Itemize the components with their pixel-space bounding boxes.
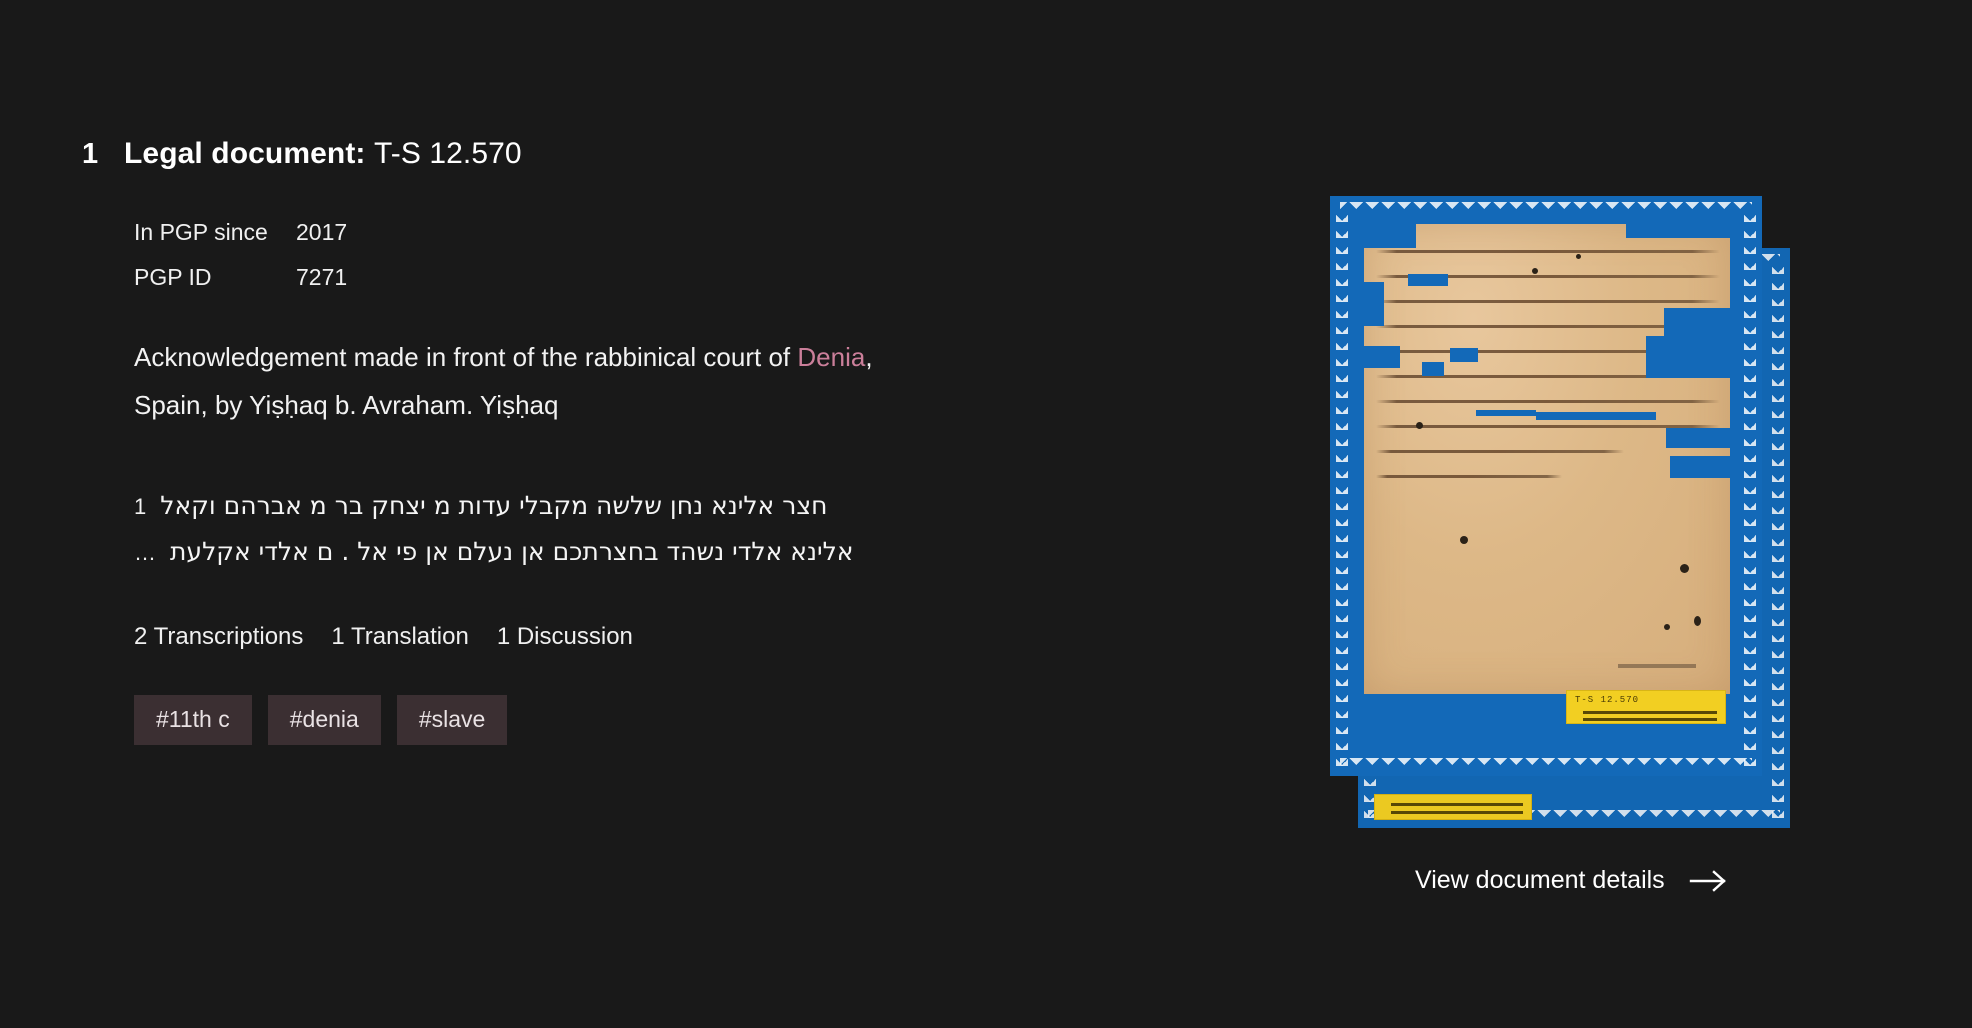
metadata-value-pgp-id: 7271	[296, 263, 348, 290]
transcription-line: 1 חצר אלינא נחן שלשה מקבלי עדות מ יצחק ב…	[134, 483, 1084, 529]
mount-tear	[1408, 274, 1448, 286]
view-document-details-label: View document details	[1415, 866, 1665, 894]
pencil-annotation	[1618, 664, 1696, 668]
mount-tear	[1360, 346, 1400, 368]
transcription-excerpt: 1 חצר אלינא נחן שלשה מקבלי עדות מ יצחק ב…	[134, 483, 1084, 576]
mount-tear	[1476, 410, 1536, 416]
manuscript-line	[1376, 400, 1720, 403]
mount-tear	[1536, 412, 1656, 420]
document-description: Acknowledgement made in front of the rab…	[134, 333, 944, 429]
archive-label-recto: T-S 12.570	[1566, 690, 1726, 724]
count-discussions: 1 Discussion	[496, 623, 633, 651]
metadata-label-in-pgp-since: In PGP since	[134, 218, 268, 245]
manuscript-line	[1376, 250, 1720, 253]
view-document-details-link[interactable]: View document details	[1415, 866, 1729, 895]
mount-tear	[1450, 348, 1478, 362]
metadata-row: In PGP since 2017	[134, 218, 1282, 245]
mount-tear	[1666, 428, 1730, 448]
description-text-before: Acknowledgement made in front of the rab…	[134, 341, 798, 372]
mount-tear	[1422, 362, 1444, 376]
shelfmark-label: T-S 12.570	[373, 136, 522, 170]
metadata-row: PGP ID 7271	[134, 263, 1282, 290]
document-image-stack[interactable]: T-S 12.570	[1330, 196, 1790, 836]
count-transcriptions: 2 Transcriptions	[134, 623, 304, 651]
transcription-line-text: חצר אלינא נחן שלשה מקבלי עדות מ יצחק בר …	[160, 490, 828, 520]
mount-tear	[1670, 456, 1730, 478]
count-translations: 1 Translation	[331, 623, 469, 651]
manuscript-text-lines	[1376, 250, 1720, 518]
result-main-column: 1 Legal document: T-S 12.570 In PGP sinc…	[82, 112, 1282, 746]
mount-tear	[1646, 336, 1730, 378]
metadata-list: In PGP since 2017 PGP ID 7271	[134, 218, 1282, 290]
tag-list: #11th c #denia #slave	[134, 695, 1282, 746]
place-link-denia[interactable]: Denia	[797, 342, 865, 372]
result-title-row: 1 Legal document: T-S 12.570	[82, 112, 1282, 195]
manuscript-thumbnail-recto[interactable]: T-S 12.570	[1330, 196, 1762, 776]
result-number: 1	[82, 137, 99, 170]
metadata-label-pgp-id: PGP ID	[134, 263, 212, 290]
content-counts: 2 Transcriptions 1 Translation 1 Discuss…	[134, 623, 1282, 651]
manuscript-line	[1376, 450, 1624, 453]
search-result-card: 1 Legal document: T-S 12.570 In PGP sinc…	[0, 0, 1972, 1028]
transcription-line-number: …	[134, 540, 156, 566]
archive-label-text: T-S 12.570	[1575, 695, 1640, 705]
transcription-line-text: אלינא אלדי נשהד בחצרתכם אן נעלם אן פי אל…	[170, 537, 854, 567]
transcription-line-number: 1	[134, 493, 147, 519]
mount-tear	[1626, 222, 1730, 238]
transcription-line: … אלינא אלדי נשהד בחצרתכם אן נעלם אן פי …	[134, 529, 1084, 575]
arrow-right-icon	[1689, 869, 1729, 893]
archive-label-verso	[1374, 794, 1532, 820]
manuscript-line	[1376, 475, 1562, 478]
tag-slave[interactable]: #slave	[396, 695, 508, 746]
document-type-label: Legal document:	[124, 136, 366, 170]
metadata-value-in-pgp-since: 2017	[296, 218, 348, 245]
page-title[interactable]: Legal document: T-S 12.570	[124, 137, 522, 170]
tag-11th-c[interactable]: #11th c	[134, 695, 252, 746]
mount-tear	[1360, 222, 1416, 248]
tag-denia[interactable]: #denia	[267, 695, 381, 746]
mount-tear	[1360, 282, 1384, 326]
manuscript-line	[1376, 300, 1720, 303]
